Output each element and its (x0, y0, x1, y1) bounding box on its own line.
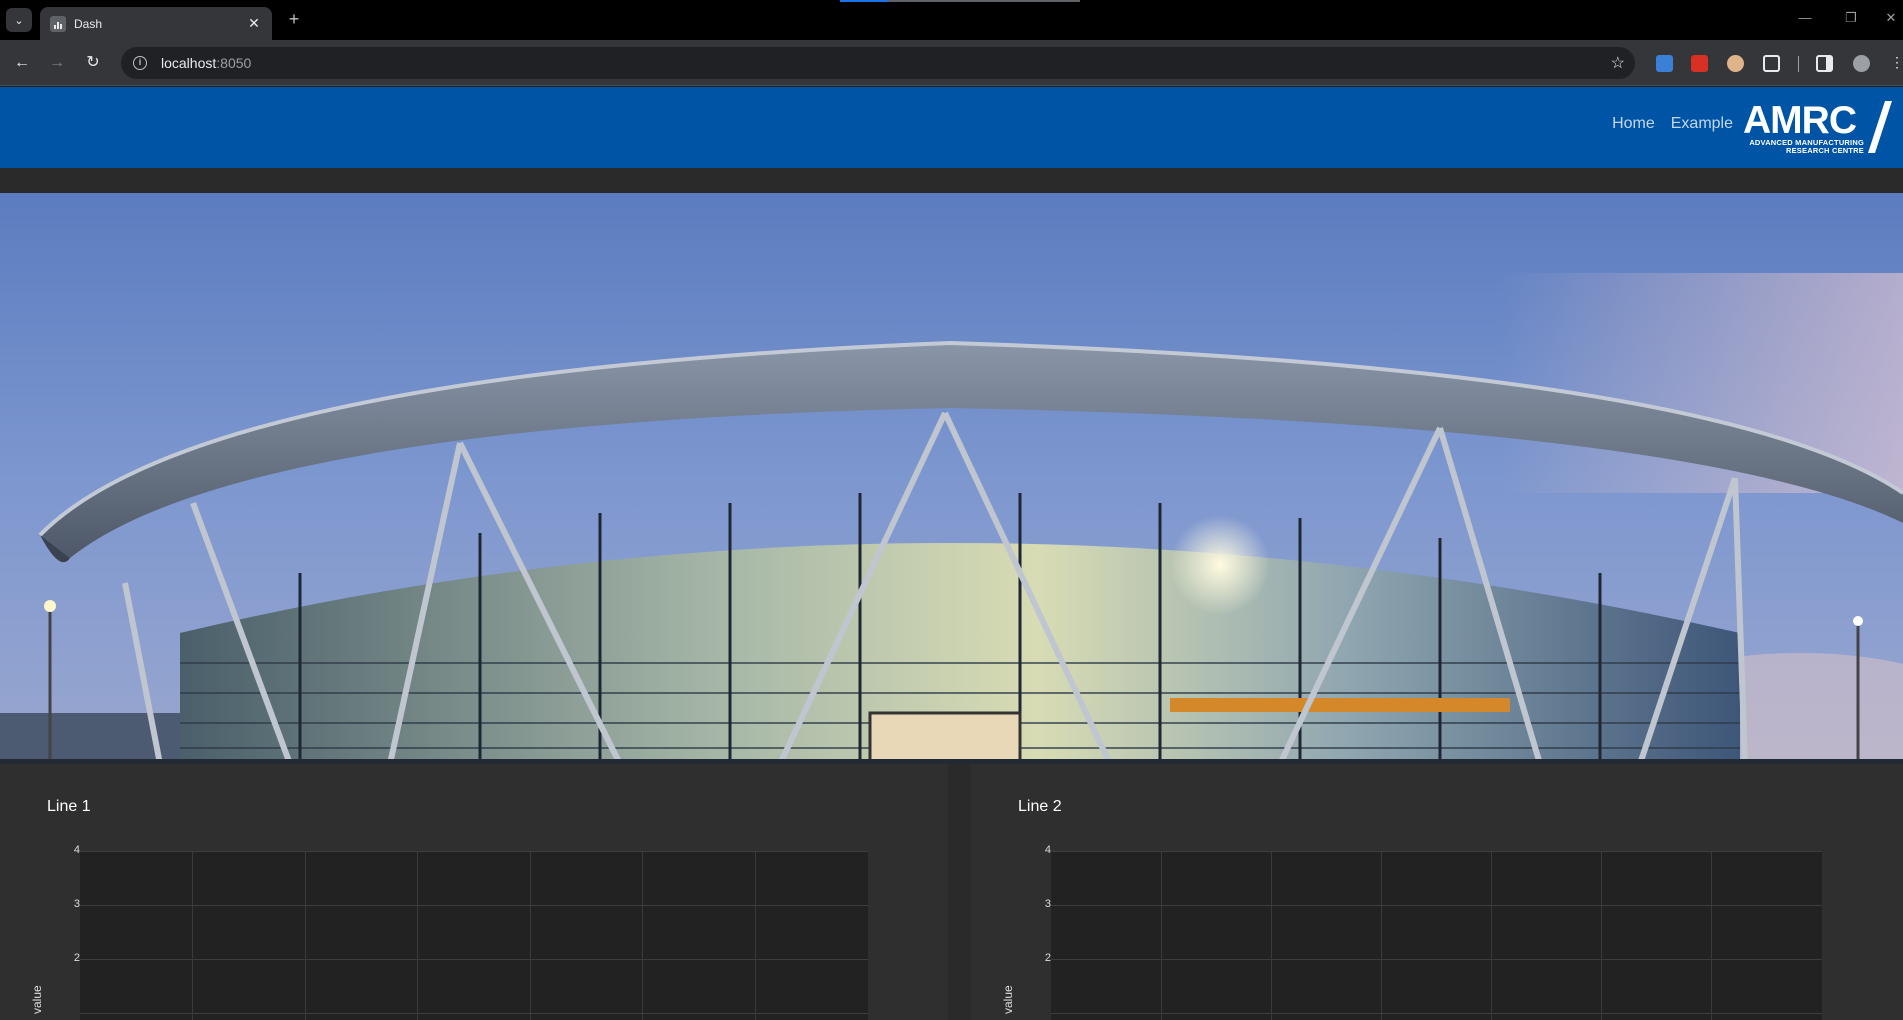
gridline (80, 1013, 868, 1014)
browser-menu-icon[interactable]: ⋮ (1890, 55, 1903, 72)
window-close-icon[interactable]: ✕ (1876, 10, 1903, 26)
logo-slash-icon (1868, 101, 1892, 153)
gridline (192, 851, 193, 1020)
amrc-logo[interactable]: AMRC ADVANCED MANUFACTURING RESEARCH CEN… (1738, 101, 1894, 155)
logo-wordmark: AMRC (1743, 99, 1857, 142)
y-tick-4: 4 (73, 844, 80, 856)
close-icon[interactable]: ✕ (246, 15, 262, 32)
gridline (1051, 905, 1822, 906)
forward-button[interactable]: → (45, 51, 69, 75)
nav-link-example[interactable]: Example (1671, 115, 1733, 133)
tab-search-button[interactable]: ⌄ (6, 8, 32, 32)
y-axis-label: value (30, 985, 44, 1014)
plot-area[interactable] (1051, 851, 1822, 1020)
graph-card-line-1: Line 1 value 4 3 2 (0, 764, 948, 1020)
y-tick-2: 2 (73, 952, 80, 964)
y-tick-3: 3 (73, 898, 80, 910)
extensions-puzzle-icon[interactable] (1763, 55, 1780, 72)
gridline (80, 959, 868, 960)
side-panel-icon[interactable] (1816, 55, 1833, 72)
card-title: Line 2 (1018, 798, 1062, 815)
gridline (1271, 851, 1272, 1020)
card-title: Line 1 (47, 798, 91, 815)
gridline (1381, 851, 1382, 1020)
site-info-icon[interactable]: i (133, 56, 147, 70)
hero-building-image (0, 193, 1903, 764)
gridline (80, 905, 868, 906)
reload-button[interactable]: ↻ (81, 51, 105, 75)
browser-tab[interactable]: Dash ✕ (40, 7, 272, 40)
tab-strip-highlight (840, 0, 888, 2)
gridline (305, 851, 306, 1020)
url-host: localhost (161, 55, 217, 71)
extension-icon-face[interactable] (1727, 55, 1744, 72)
gridline (1161, 851, 1162, 1020)
gridline (1601, 851, 1602, 1020)
new-tab-button[interactable]: + (282, 8, 306, 32)
profile-avatar-icon[interactable] (1853, 55, 1870, 72)
gridline (1051, 1013, 1822, 1014)
gridline (417, 851, 418, 1020)
minimize-icon[interactable]: — (1790, 10, 1820, 25)
gridline (1051, 851, 1822, 852)
y-tick-2: 2 (1044, 952, 1051, 964)
gridline (80, 851, 868, 852)
nav-link-home[interactable]: Home (1612, 115, 1655, 133)
bookmark-star-icon[interactable]: ☆ (1611, 53, 1625, 73)
back-button[interactable]: ← (10, 51, 34, 75)
dash-page: Home Example AMRC ADVANCED MANUFACTURING… (0, 87, 1903, 1020)
browser-toolbar: ← → ↻ i localhost:8050 ☆ ⋮ (0, 40, 1903, 86)
address-bar[interactable]: i localhost:8050 ☆ (121, 47, 1635, 79)
y-axis-label: value (1001, 985, 1015, 1014)
extension-icon-red[interactable] (1691, 55, 1708, 72)
gridline (1051, 959, 1822, 960)
tab-title: Dash (74, 16, 103, 31)
extension-icon-translate[interactable] (1656, 55, 1673, 72)
gridline (1491, 851, 1492, 1020)
y-tick-3: 3 (1044, 898, 1051, 910)
plot-area[interactable] (80, 851, 868, 1020)
gridline (755, 851, 756, 1020)
gridline (642, 851, 643, 1020)
y-tick-4: 4 (1044, 844, 1051, 856)
restore-icon[interactable]: ❐ (1836, 10, 1866, 26)
tab-strip-highlight-dim (888, 0, 1080, 2)
graph-card-line-2: Line 2 value 4 3 2 (971, 764, 1903, 1020)
top-navbar: Home Example AMRC ADVANCED MANUFACTURING… (0, 87, 1903, 168)
gridline (1711, 851, 1712, 1020)
nav-links: Home Example (1612, 115, 1733, 133)
gridline (530, 851, 531, 1020)
url-port: :8050 (216, 55, 252, 71)
toolbar-separator (1798, 56, 1799, 72)
dash-favicon-icon (50, 15, 66, 32)
logo-subtitle-line2: RESEARCH CENTRE (1785, 146, 1864, 155)
browser-tab-strip: ⌄ Dash ✕ + — ❐ ✕ (0, 0, 1903, 40)
